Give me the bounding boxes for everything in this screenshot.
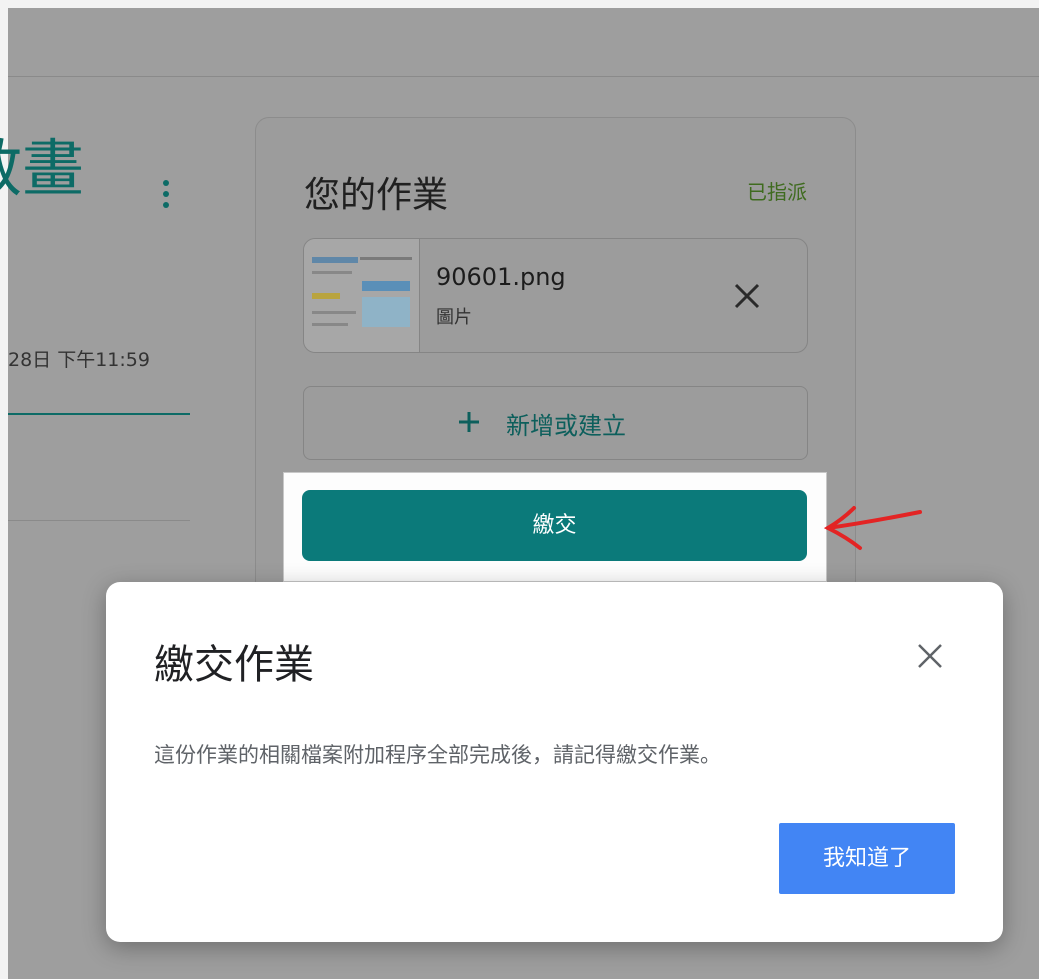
section-divider	[8, 520, 190, 521]
tab-underline	[8, 413, 190, 415]
turn-in-button[interactable]: 繳交	[302, 490, 807, 561]
attachment-thumbnail	[304, 239, 420, 352]
dialog-title: 繳交作業	[154, 642, 314, 688]
attachment-file-name: 90601.png	[436, 263, 566, 291]
status-badge: 已指派	[747, 180, 807, 204]
got-it-button[interactable]: 我知道了	[779, 823, 955, 894]
attachment-file-type: 圖片	[436, 307, 472, 328]
header-divider	[8, 76, 1039, 77]
more-vert-icon[interactable]	[158, 180, 174, 216]
add-or-create-button[interactable]: 新增或建立	[303, 386, 808, 460]
attachment-chip[interactable]: 90601.png 圖片	[303, 238, 808, 353]
assignment-title: 散畫	[0, 132, 85, 205]
window-top-strip	[0, 0, 1039, 8]
turn-in-dialog: 繳交作業 這份作業的相關檔案附加程序全部完成後，請記得繳交作業。 我知道了	[106, 582, 1003, 942]
your-work-title: 您的作業	[304, 175, 449, 216]
plus-icon	[458, 411, 480, 433]
dialog-message: 這份作業的相關檔案附加程序全部完成後，請記得繳交作業。	[154, 743, 721, 767]
close-icon[interactable]	[916, 642, 944, 670]
annotation-arrow-icon	[820, 496, 930, 556]
add-or-create-label: 新增或建立	[506, 412, 626, 440]
close-icon[interactable]	[732, 281, 762, 311]
due-date: 28日 下午11:59	[8, 349, 150, 371]
